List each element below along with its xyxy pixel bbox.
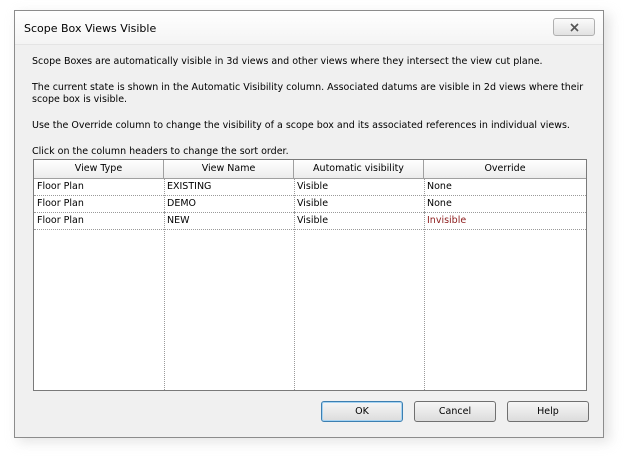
- table-header: View Type View Name Automatic visibility…: [34, 160, 586, 179]
- title-bar[interactable]: Scope Box Views Visible: [15, 11, 603, 45]
- description-line-3: Use the Override column to change the vi…: [32, 120, 570, 131]
- cell-view-name: NEW: [164, 213, 294, 230]
- cell-view-name: EXISTING: [164, 179, 294, 196]
- help-button[interactable]: Help: [507, 401, 589, 422]
- cell-override[interactable]: None: [424, 196, 586, 213]
- cell-view-type: Floor Plan: [34, 213, 164, 230]
- column-header-override[interactable]: Override: [424, 160, 586, 179]
- description-line-1: Scope Boxes are automatically visible in…: [32, 56, 543, 67]
- window-title: Scope Box Views Visible: [24, 22, 157, 35]
- cancel-button[interactable]: Cancel: [414, 401, 496, 422]
- table-row[interactable]: Floor Plan DEMO Visible None: [34, 196, 586, 213]
- table-row[interactable]: Floor Plan EXISTING Visible None: [34, 179, 586, 196]
- column-header-view-type[interactable]: View Type: [34, 160, 164, 179]
- cell-automatic-visibility: Visible: [294, 196, 424, 213]
- visibility-table[interactable]: View Type View Name Automatic visibility…: [33, 159, 587, 391]
- cell-override[interactable]: None: [424, 179, 586, 196]
- column-header-view-name[interactable]: View Name: [164, 160, 294, 179]
- column-header-automatic-visibility[interactable]: Automatic visibility: [294, 160, 424, 179]
- description-line-4: Click on the column headers to change th…: [32, 146, 289, 157]
- cell-override[interactable]: Invisible: [424, 213, 586, 230]
- cell-view-name: DEMO: [164, 196, 294, 213]
- cell-view-type: Floor Plan: [34, 196, 164, 213]
- table-row[interactable]: Floor Plan NEW Visible Invisible: [34, 213, 586, 230]
- cell-automatic-visibility: Visible: [294, 179, 424, 196]
- cell-automatic-visibility: Visible: [294, 213, 424, 230]
- dialog-body: Scope Boxes are automatically visible in…: [21, 45, 597, 431]
- close-button[interactable]: [553, 18, 595, 36]
- scope-box-dialog: Scope Box Views Visible Scope Boxes are …: [14, 10, 604, 438]
- ok-button[interactable]: OK: [321, 401, 403, 422]
- description-line-2: The current state is shown in the Automa…: [32, 82, 584, 105]
- cell-view-type: Floor Plan: [34, 179, 164, 196]
- close-icon: [569, 22, 579, 32]
